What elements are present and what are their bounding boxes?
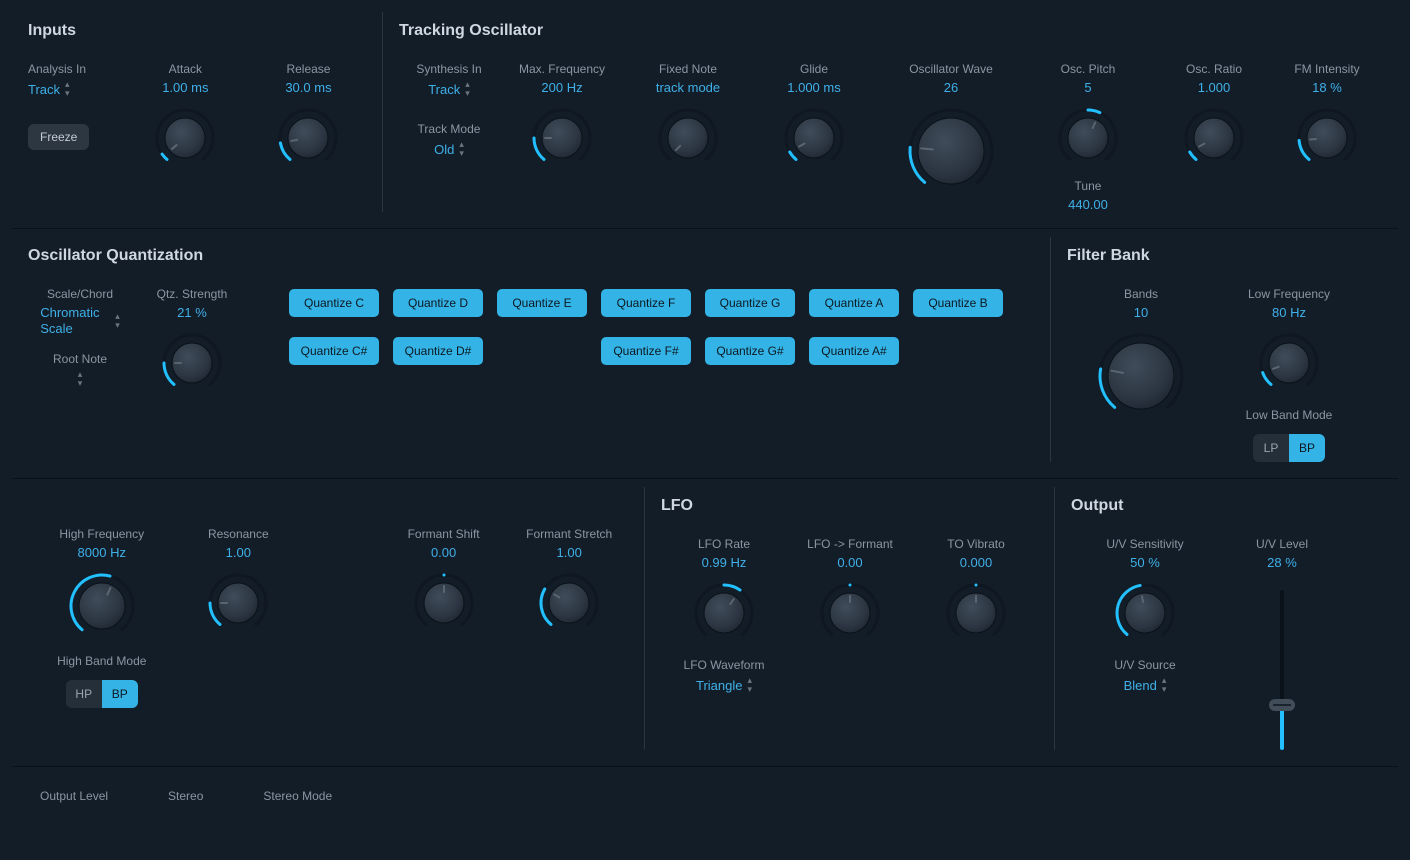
quantize-button-quantize-f#[interactable]: Quantize F#: [601, 337, 691, 365]
formant-stretch-control: Formant Stretch 1.00: [506, 527, 632, 634]
lfo-rate-knob[interactable]: [693, 582, 755, 644]
uv-sensitivity-knob[interactable]: [1114, 582, 1176, 644]
max-freq-knob[interactable]: [531, 107, 593, 169]
quantize-button-quantize-d#[interactable]: Quantize D#: [393, 337, 483, 365]
lfo-formant-control: LFO -> Formant 0.00: [787, 537, 913, 644]
osc-ratio-knob[interactable]: [1183, 107, 1245, 169]
stereo-mode-label: Stereo Mode: [263, 789, 332, 803]
fm-intensity-control: FM Intensity 18 %: [1277, 62, 1377, 169]
high-band-mode-toggle[interactable]: HP BP: [66, 680, 138, 708]
scale-chord-dropdown[interactable]: Chromatic Scale ▴▾: [40, 305, 120, 336]
fixed-note-control: Fixed Note track mode: [625, 62, 751, 169]
release-knob[interactable]: [277, 107, 339, 169]
quantize-button-quantize-a#[interactable]: Quantize A#: [809, 337, 899, 365]
formant-stretch-knob[interactable]: [538, 572, 600, 634]
uv-source-dropdown[interactable]: Blend ▴▾: [1124, 676, 1167, 694]
high-band-bp[interactable]: BP: [102, 680, 138, 708]
bands-knob[interactable]: [1097, 332, 1185, 420]
freeze-button[interactable]: Freeze: [28, 124, 89, 150]
filter-title: Filter Bank: [1067, 247, 1386, 265]
max-freq-control: Max. Frequency 200 Hz: [499, 62, 625, 169]
low-band-lp[interactable]: LP: [1253, 434, 1289, 462]
glide-knob[interactable]: [783, 107, 845, 169]
output-level-label: Output Level: [40, 789, 108, 803]
synthesis-in-dropdown[interactable]: Track ▴▾: [428, 80, 470, 98]
attack-knob[interactable]: [154, 107, 216, 169]
high-freq-control: High Frequency 8000 Hz High Band Mode HP…: [28, 527, 176, 708]
lfo-title: LFO: [661, 497, 1042, 515]
stereo-label: Stereo: [168, 789, 203, 803]
uv-level-control: U/V Level 28 %: [1219, 537, 1345, 750]
root-note-dropdown[interactable]: ▴▾: [78, 370, 83, 388]
chevron-updown-icon: ▴▾: [65, 80, 70, 98]
quant-title: Oscillator Quantization: [28, 247, 1038, 265]
analysis-in-dropdown[interactable]: Track ▴▾: [28, 80, 70, 98]
quantize-button-quantize-g#[interactable]: Quantize G#: [705, 337, 795, 365]
fm-intensity-knob[interactable]: [1296, 107, 1358, 169]
chevron-updown-icon: ▴▾: [1162, 676, 1167, 694]
qtz-strength-control: Qtz. Strength 21 %: [132, 287, 252, 394]
osc-wave-control: Oscillator Wave 26: [877, 62, 1025, 195]
quantize-button-quantize-c#[interactable]: Quantize C#: [289, 337, 379, 365]
to-vibrato-control: TO Vibrato 0.000: [913, 537, 1039, 644]
high-freq-knob[interactable]: [68, 572, 136, 640]
tracking-title: Tracking Oscillator: [399, 22, 1386, 40]
inputs-title: Inputs: [28, 22, 370, 40]
chevron-updown-icon: ▴▾: [459, 140, 464, 158]
qtz-strength-knob[interactable]: [161, 332, 223, 394]
track-mode-dropdown[interactable]: Old ▴▾: [434, 140, 464, 158]
lfo-rate-control: LFO Rate 0.99 Hz LFO Waveform Triangle ▴…: [661, 537, 787, 706]
chevron-updown-icon: ▴▾: [115, 312, 120, 330]
osc-pitch-knob[interactable]: [1057, 107, 1119, 169]
low-band-bp[interactable]: BP: [1289, 434, 1325, 462]
quantize-button-quantize-g[interactable]: Quantize G: [705, 289, 795, 317]
quantize-button-quantize-a[interactable]: Quantize A: [809, 289, 899, 317]
output-title: Output: [1071, 497, 1386, 515]
quantize-button-quantize-f[interactable]: Quantize F: [601, 289, 691, 317]
quantize-button-quantize-c[interactable]: Quantize C: [289, 289, 379, 317]
formant-shift-control: Formant Shift 0.00: [381, 527, 507, 634]
chevron-updown-icon: ▴▾: [465, 80, 470, 98]
osc-ratio-control: Osc. Ratio 1.000: [1151, 62, 1277, 169]
fixed-note-knob[interactable]: [657, 107, 719, 169]
glide-control: Glide 1.000 ms: [751, 62, 877, 169]
low-band-mode-toggle[interactable]: LP BP: [1253, 434, 1325, 462]
quantize-button-quantize-b[interactable]: Quantize B: [913, 289, 1003, 317]
low-freq-control: Low Frequency 80 Hz Low Band Mode LP BP: [1215, 287, 1363, 462]
to-vibrato-knob[interactable]: [945, 582, 1007, 644]
attack-control: Attack 1.00 ms: [124, 62, 247, 169]
analysis-in-label: Analysis In: [28, 62, 86, 76]
osc-wave-knob[interactable]: [907, 107, 995, 195]
release-control: Release 30.0 ms: [247, 62, 370, 169]
formant-shift-knob[interactable]: [413, 572, 475, 634]
high-band-hp[interactable]: HP: [66, 680, 102, 708]
bands-control: Bands 10: [1067, 287, 1215, 420]
low-freq-knob[interactable]: [1258, 332, 1320, 394]
resonance-control: Resonance 1.00: [176, 527, 302, 634]
lfo-formant-knob[interactable]: [819, 582, 881, 644]
uv-sensitivity-control: U/V Sensitivity 50 % U/V Source Blend ▴▾: [1071, 537, 1219, 706]
osc-pitch-control: Osc. Pitch 5 Tune 440.00: [1025, 62, 1151, 212]
uv-level-slider[interactable]: [1262, 590, 1302, 750]
lfo-waveform-dropdown[interactable]: Triangle ▴▾: [696, 676, 752, 694]
quantize-button-quantize-d[interactable]: Quantize D: [393, 289, 483, 317]
chevron-updown-icon: ▴▾: [78, 370, 83, 388]
chevron-updown-icon: ▴▾: [747, 676, 752, 694]
resonance-knob[interactable]: [207, 572, 269, 634]
quantize-button-quantize-e[interactable]: Quantize E: [497, 289, 587, 317]
